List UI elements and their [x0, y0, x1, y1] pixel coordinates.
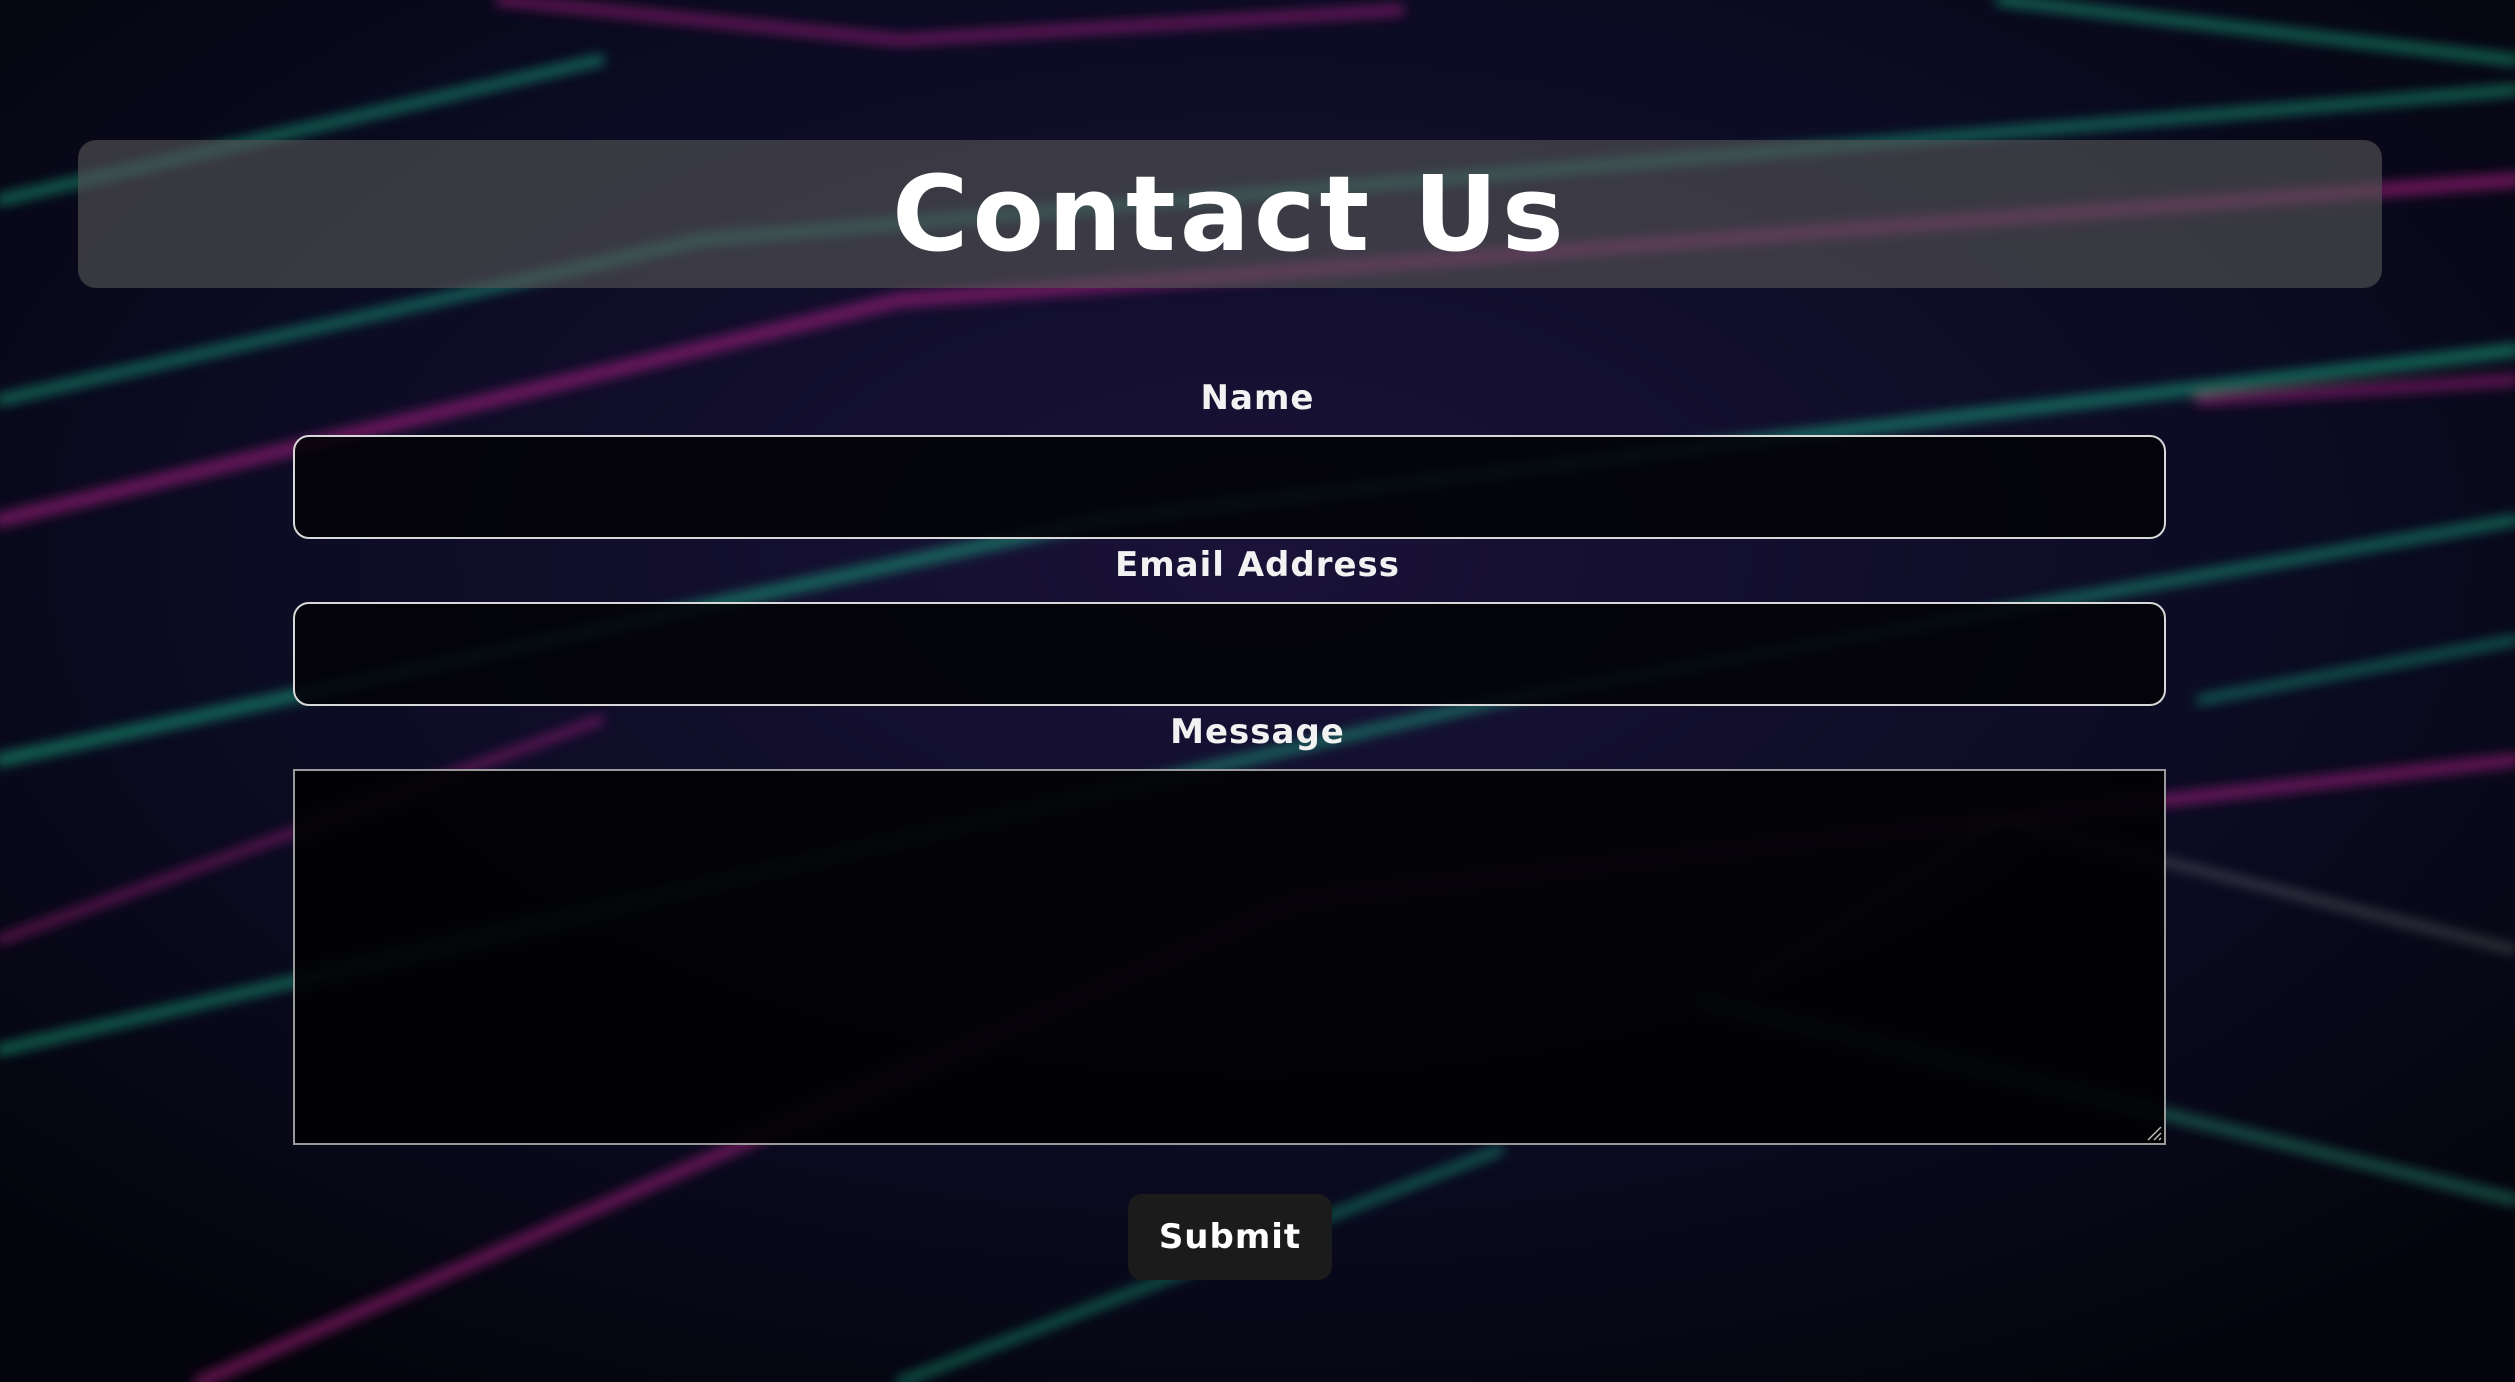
submit-button[interactable]: Submit — [1128, 1194, 1332, 1280]
name-label: Name — [1200, 378, 1315, 418]
message-textarea[interactable] — [293, 769, 2166, 1145]
email-label: Email Address — [1114, 545, 1401, 585]
resize-handle-icon[interactable] — [2146, 1125, 2162, 1141]
contact-form: Name Email Address Message Submit — [0, 0, 2515, 1382]
message-label: Message — [1170, 712, 1345, 752]
name-input[interactable] — [293, 435, 2166, 539]
email-input[interactable] — [293, 602, 2166, 706]
